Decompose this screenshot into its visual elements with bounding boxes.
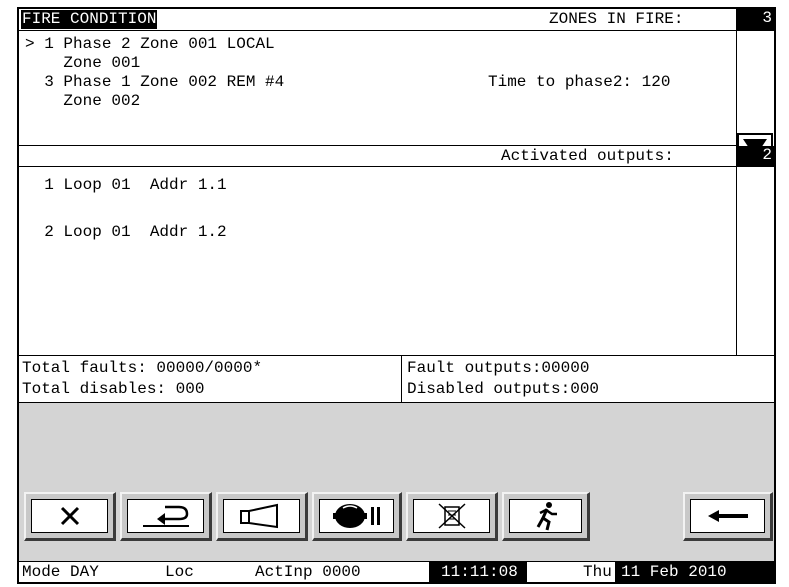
zones-in-fire-count: 3 [736,9,774,30]
zones-in-fire-label: ZONES IN FIRE: [549,10,684,28]
activated-outputs-label: Activated outputs: [501,147,674,165]
total-faults: Total faults: 00000/0000* [22,359,263,377]
fire-zone-list[interactable]: > 1 Phase 2 Zone 001 LOCAL Zone 001 3 Ph… [19,31,736,145]
status-bar: Mode DAY Loc ActInp 0000 11:11:08 Thu 11… [19,562,774,582]
total-disables: Total disables: 000 [22,380,205,398]
activated-outputs-list[interactable]: 1 Loop 01 Addr 1.1 2 Loop 01 Addr 1.2 [19,167,736,355]
fire-zone-item-1[interactable]: > 1 Phase 2 Zone 001 LOCAL [25,35,275,54]
buzzer-mute-icon [437,503,466,529]
horn-icon [239,503,278,529]
active-inputs: ActInp 0000 [255,563,361,581]
clock-time: 11:11:08 [429,562,527,582]
time-to-phase: Time to phase2: 120 [488,73,671,91]
mute-buzzer-button[interactable] [406,492,498,541]
fire-zone-item-1-name: Zone 001 [25,54,141,72]
mode-indicator: Mode DAY [22,563,99,581]
close-button[interactable] [24,492,116,541]
location-indicator: Loc [165,563,194,581]
divider [19,355,774,356]
screen-title: FIRE CONDITION [21,10,158,29]
scrollbar-divider [736,30,737,145]
fault-outputs: Fault outputs:00000 [407,359,590,377]
close-icon [60,506,79,526]
fire-zone-item-2-name: Zone 002 [25,92,141,110]
running-man-icon [536,502,557,531]
date: 11 Feb 2010 [615,562,774,582]
bell-pause-icon [332,504,380,528]
fire-zone-item-2[interactable]: 3 Phase 1 Zone 002 REM #4 [25,73,284,92]
weekday: Thu [583,563,612,581]
silence-alarm-button[interactable] [312,492,402,541]
summary-divider [401,355,402,402]
divider [19,145,737,146]
disabled-outputs: Disabled outputs:000 [407,380,600,398]
output-item-1[interactable]: 1 Loop 01 Addr 1.1 [25,176,226,195]
back-button[interactable] [120,492,212,541]
sounder-button[interactable] [216,492,308,541]
scrollbar-divider [736,166,737,355]
output-item-2[interactable]: 2 Loop 01 Addr 1.2 [25,223,226,242]
activated-outputs-count: 2 [736,146,774,166]
return-arrow-icon [142,505,189,527]
left-arrow-button[interactable] [683,492,773,541]
panel-frame: FIRE CONDITION ZONES IN FIRE: 3 > 1 Phas… [17,7,776,584]
arrow-left-icon [707,510,748,522]
evacuate-button[interactable] [502,492,590,541]
